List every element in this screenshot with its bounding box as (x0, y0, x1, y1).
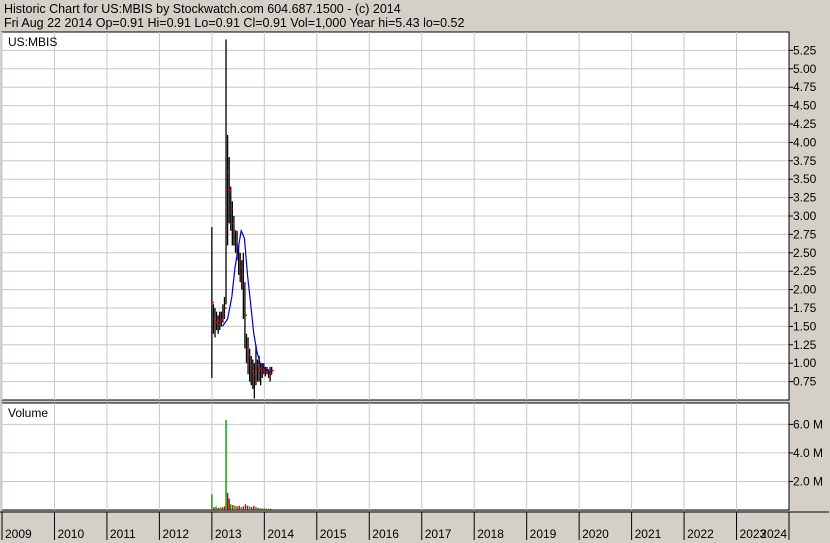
time-axis-label: 2013 (215, 527, 242, 541)
price-axis-label: 4.00 (793, 135, 817, 149)
price-axis-label: 2.00 (793, 283, 817, 297)
time-axis-label: 2016 (372, 527, 399, 541)
time-axis-label: 2012 (162, 527, 189, 541)
price-axis-label: 5.00 (793, 62, 817, 76)
time-axis-label: 2010 (57, 527, 84, 541)
time-axis-label: 2024 (760, 527, 787, 541)
stock-chart: 0.75 1.00 1.25 1.50 1.75 2.00 2.25 2.50 2.75 3.00… (0, 31, 829, 541)
time-axis-label: 2022 (687, 527, 714, 541)
volume-panel: 2.0 M 4.0 M 6.0 M Volume (1, 402, 823, 511)
price-axis-label: 1.00 (793, 356, 817, 370)
time-axis-label: 2020 (582, 527, 609, 541)
time-axis-label: 2011 (110, 527, 136, 541)
time-axis-label: 2015 (320, 527, 347, 541)
price-axis-label: 3.75 (793, 154, 817, 168)
volume-axis-label: 6.0 M (793, 417, 823, 431)
price-axis-label: 3.00 (793, 209, 817, 223)
volume-panel-title: Volume (8, 406, 48, 420)
price-axis-label: 4.75 (793, 80, 817, 94)
price-axis-label: 4.25 (793, 117, 817, 131)
price-axis-label: 0.75 (793, 375, 817, 389)
price-axis-label: 4.50 (793, 99, 817, 113)
price-axis-label: 5.25 (793, 43, 817, 57)
price-axis-label: 2.50 (793, 246, 817, 260)
price-panel: 0.75 1.00 1.25 1.50 1.75 2.00 2.25 2.50 2.75 3.00… (1, 31, 817, 401)
time-axis-label: 2014 (267, 527, 294, 541)
volume-axis-label: 2.0 M (793, 474, 823, 488)
price-axis-label: 1.75 (793, 301, 817, 315)
price-axis-label: 3.50 (793, 172, 817, 186)
volume-axis-label: 4.0 M (793, 446, 823, 460)
price-panel-title: US:MBIS (8, 35, 57, 49)
price-axis-label: 2.75 (793, 227, 817, 241)
volume-plot-area (1, 402, 790, 511)
time-axis-label: 2021 (635, 527, 662, 541)
time-axis-label: 2018 (477, 527, 504, 541)
price-axis-label: 2.25 (793, 264, 817, 278)
time-axis-label: 2017 (425, 527, 452, 541)
price-axis-label: 3.25 (793, 191, 817, 205)
price-axis-label: 1.50 (793, 319, 817, 333)
time-axis-label: 2019 (530, 527, 557, 541)
price-axis-label: 1.25 (793, 338, 817, 352)
time-axis: 2009 2010 2011 2012 2013 2014 2015 2016 2017 2018… (0, 511, 829, 541)
time-axis-label: 2009 (5, 527, 32, 541)
